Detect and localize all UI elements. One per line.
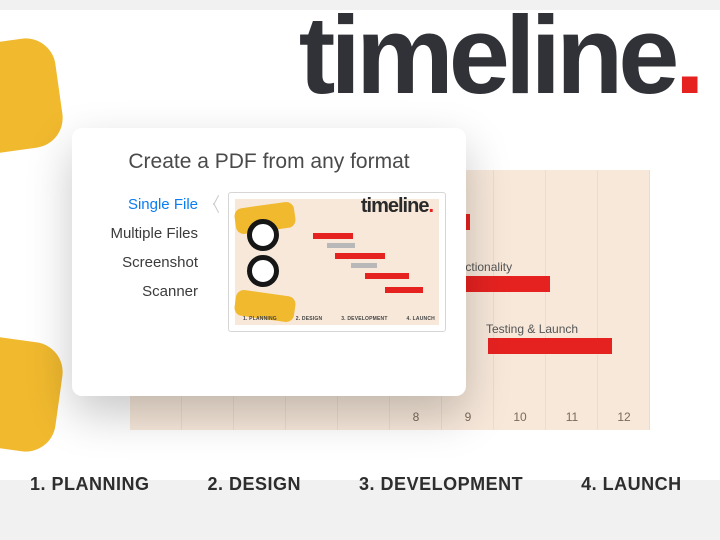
gantt-bar xyxy=(488,338,612,354)
menu-separator xyxy=(212,192,222,332)
phase-label: 2. DESIGN xyxy=(208,474,302,495)
modal-heading: Create a PDF from any format xyxy=(92,150,446,174)
mini-bar xyxy=(365,273,409,279)
phase-labels: 1. PLANNING 2. DESIGN 3. DEVELOPMENT 4. … xyxy=(30,474,720,495)
mini-lens-icon xyxy=(247,219,279,251)
phase-label: 1. PLANNING xyxy=(30,474,150,495)
mini-phase-labels: 1. PLANNING 2. DESIGN 3. DEVELOPMENT 4. … xyxy=(243,316,435,322)
hand-top-icon xyxy=(0,35,67,176)
gantt-row-label: Testing & Launch xyxy=(486,318,578,340)
file-preview-thumbnail[interactable]: timeline. 1. PLANNING 2. DESIGN 3. DEVEL… xyxy=(228,192,446,332)
mini-bar xyxy=(351,263,377,268)
source-menu: Single File Multiple Files Screenshot Sc… xyxy=(92,192,212,300)
chevron-right-icon xyxy=(211,194,221,212)
mini-bar xyxy=(385,287,423,293)
background-title: timeline. xyxy=(299,0,700,119)
mini-bar xyxy=(327,243,355,248)
phase-label: 4. LAUNCH xyxy=(581,474,682,495)
source-option-screenshot[interactable]: Screenshot xyxy=(92,254,198,271)
background-title-dot: . xyxy=(674,0,700,117)
mini-title: timeline. xyxy=(361,195,433,218)
source-option-single-file[interactable]: Single File xyxy=(92,196,198,213)
background-title-text: timeline xyxy=(299,0,675,117)
hand-bottom-icon xyxy=(0,315,67,456)
mini-bar xyxy=(335,253,385,259)
source-option-scanner[interactable]: Scanner xyxy=(92,283,198,300)
create-pdf-modal: Create a PDF from any format Single File… xyxy=(72,128,466,396)
source-option-multiple-files[interactable]: Multiple Files xyxy=(92,225,198,242)
phase-label: 3. DEVELOPMENT xyxy=(359,474,523,495)
mini-lens-icon xyxy=(247,255,279,287)
mini-bar xyxy=(313,233,353,239)
